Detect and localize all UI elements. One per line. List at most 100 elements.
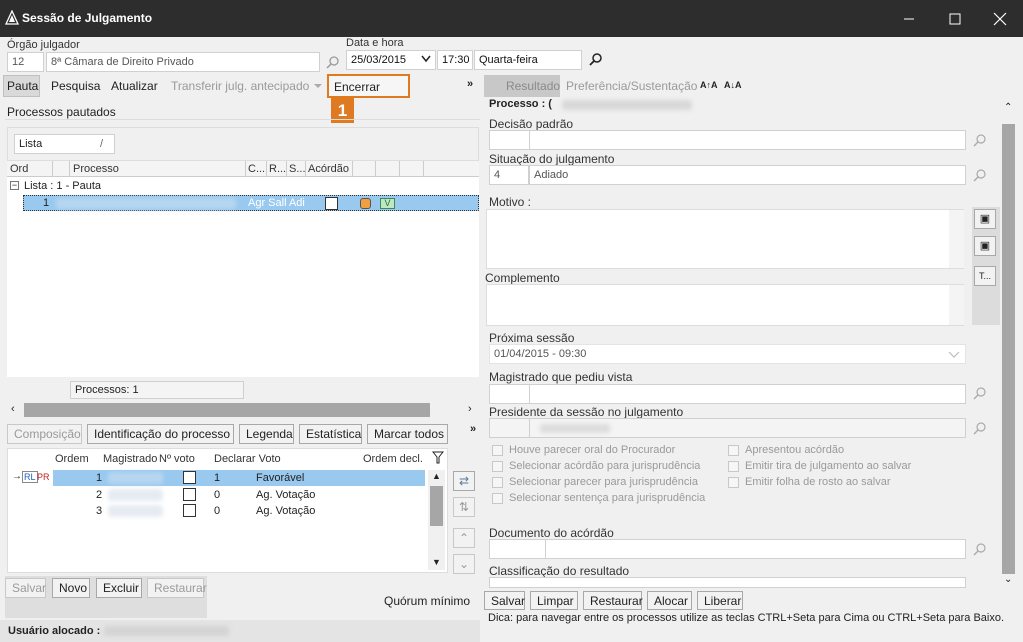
scroll-up-icon[interactable]: ⌃ [1004,102,1012,113]
vertical-scrollbar[interactable]: ▲ ▼ [428,470,445,570]
proxima-select[interactable]: 01/04/2015 - 09:30 [489,344,966,364]
overflow-chevron-icon[interactable]: » [467,78,473,90]
orgao-name-field[interactable]: 8ª Câmara de Direito Privado [46,52,320,72]
scroll-left-icon[interactable]: ‹ [11,403,15,415]
collapse-toggle[interactable]: − [10,181,19,190]
col-r[interactable]: R... [269,163,286,175]
time-field[interactable]: 17:30 [437,50,473,70]
scroll-up-icon[interactable]: ▲ [432,471,441,481]
presidente-field[interactable] [529,418,966,438]
transferir-button[interactable]: Transferir julg. antecipado [171,79,309,93]
documento-code[interactable] [489,539,546,559]
complemento-textarea[interactable] [486,284,964,326]
acordao-juris-checkbox[interactable] [492,461,503,472]
parecer-juris-checkbox[interactable] [492,477,503,488]
textarea-scrollbar[interactable] [949,210,964,268]
legenda-button[interactable]: Legenda [239,424,294,444]
col-ord[interactable]: Ord [10,163,28,175]
search-icon[interactable] [972,168,988,184]
salvar-button[interactable]: Salvar [5,578,46,598]
emitir-tira-checkbox[interactable] [728,461,739,472]
text-template-button[interactable]: T... [974,266,996,286]
estatistica-button[interactable]: Estatística [299,424,362,444]
motivo-textarea[interactable] [486,209,964,269]
scroll-down-icon[interactable]: ▼ [432,557,441,567]
tab-identificacao[interactable]: Identificação do processo [87,424,234,444]
filter-icon[interactable] [432,451,444,465]
copy-doc-icon[interactable]: ▣ [974,209,996,229]
apresentou-acordao-checkbox[interactable] [728,445,739,456]
col-ordem[interactable]: Ordem [55,453,89,465]
scroll-thumb[interactable] [1002,124,1015,574]
presidente-code[interactable] [489,418,533,438]
horizontal-scrollbar[interactable]: ‹ › [7,402,479,418]
magistrado-vista-code[interactable] [489,384,533,404]
alocar-button[interactable]: Alocar [647,591,692,610]
col-acordao[interactable]: Acórdão [308,163,349,175]
col-declarar-voto[interactable]: Declarar Voto [214,453,281,465]
parecer-oral-checkbox[interactable] [492,445,503,456]
excluir-button[interactable]: Excluir [96,578,142,598]
restaurar-resultado-button[interactable]: Restaurar [583,591,643,610]
decisao-code-field[interactable] [489,130,533,150]
date-picker[interactable]: 25/03/2015 [346,50,436,70]
search-icon[interactable] [972,421,988,437]
view-select[interactable]: Lista / [14,134,115,154]
col-s[interactable]: S... [289,163,306,175]
table-row[interactable]: 1 1 Favorável [53,470,425,486]
textarea-scrollbar[interactable] [949,285,964,325]
move-both-button[interactable]: ⇅ [453,497,475,517]
search-icon[interactable] [972,133,988,149]
declarar-checkbox[interactable] [183,504,196,517]
novo-button[interactable]: Novo [52,578,90,598]
minimize-button[interactable] [886,0,932,37]
preferencia-button[interactable]: Preferência/Sustentação [566,79,697,93]
limpar-button[interactable]: Limpar [530,591,578,610]
situacao-field[interactable]: Adiado [529,165,966,185]
maximize-button[interactable] [932,0,978,37]
swap-button[interactable]: ⇄ [453,471,475,491]
tab-composicao[interactable]: Composição [7,424,82,444]
search-icon[interactable] [972,542,988,558]
overflow-chevron-icon[interactable]: » [470,423,476,435]
documento-field[interactable] [545,539,966,559]
table-row[interactable]: 1 Agr Sall Adi V [23,195,479,211]
col-ordem-decl[interactable]: Ordem decl. [363,453,423,465]
restaurar-button[interactable]: Restaurar [147,578,207,598]
table-row[interactable]: 3 0 Ag. Votação [53,503,425,519]
liberar-button[interactable]: Liberar [697,591,743,610]
close-button[interactable] [977,0,1023,37]
marcar-todos-button[interactable]: Marcar todos [367,424,448,444]
encerrar-button[interactable]: Encerrar [327,74,410,98]
scroll-down-icon[interactable]: ⌄ [1004,574,1012,585]
col-c[interactable]: C... [248,163,265,175]
classificacao-field[interactable] [489,577,966,588]
resultado-tab[interactable]: Resultado [484,75,560,97]
search-icon[interactable] [588,52,604,68]
move-down-button[interactable]: ⌄ [453,554,475,574]
atualizar-button[interactable]: Atualizar [111,79,158,93]
col-num-voto[interactable]: Nº voto [159,453,195,465]
orgao-code-field[interactable]: 12 [7,52,44,72]
search-icon[interactable] [325,55,341,71]
acordao-checkbox[interactable] [325,197,338,210]
tab-pauta[interactable]: Pauta [7,79,38,93]
font-decrease-button[interactable]: A↓A [724,80,742,90]
move-up-button[interactable]: ⌃ [453,528,475,548]
table-row[interactable]: 2 0 Ag. Votação [53,487,425,503]
col-magistrado[interactable]: Magistrado [103,453,159,465]
emitir-folha-checkbox[interactable] [728,477,739,488]
right-vertical-scrollbar[interactable]: ⌃ ⌄ [1000,100,1017,588]
search-icon[interactable] [972,386,988,402]
pesquisa-button[interactable]: Pesquisa [51,79,100,93]
decisao-field[interactable] [529,130,966,150]
copy-doc-icon[interactable]: ▣ [974,236,996,256]
situacao-code-field[interactable]: 4 [489,165,529,185]
magistrado-vista-field[interactable] [529,384,966,404]
scroll-thumb[interactable] [430,486,443,526]
font-increase-button[interactable]: A↑A [700,80,718,90]
scroll-right-icon[interactable]: › [468,403,472,415]
declarar-checkbox[interactable] [183,488,196,501]
salvar-resultado-button[interactable]: Salvar [484,591,525,610]
scroll-thumb[interactable] [24,403,430,417]
